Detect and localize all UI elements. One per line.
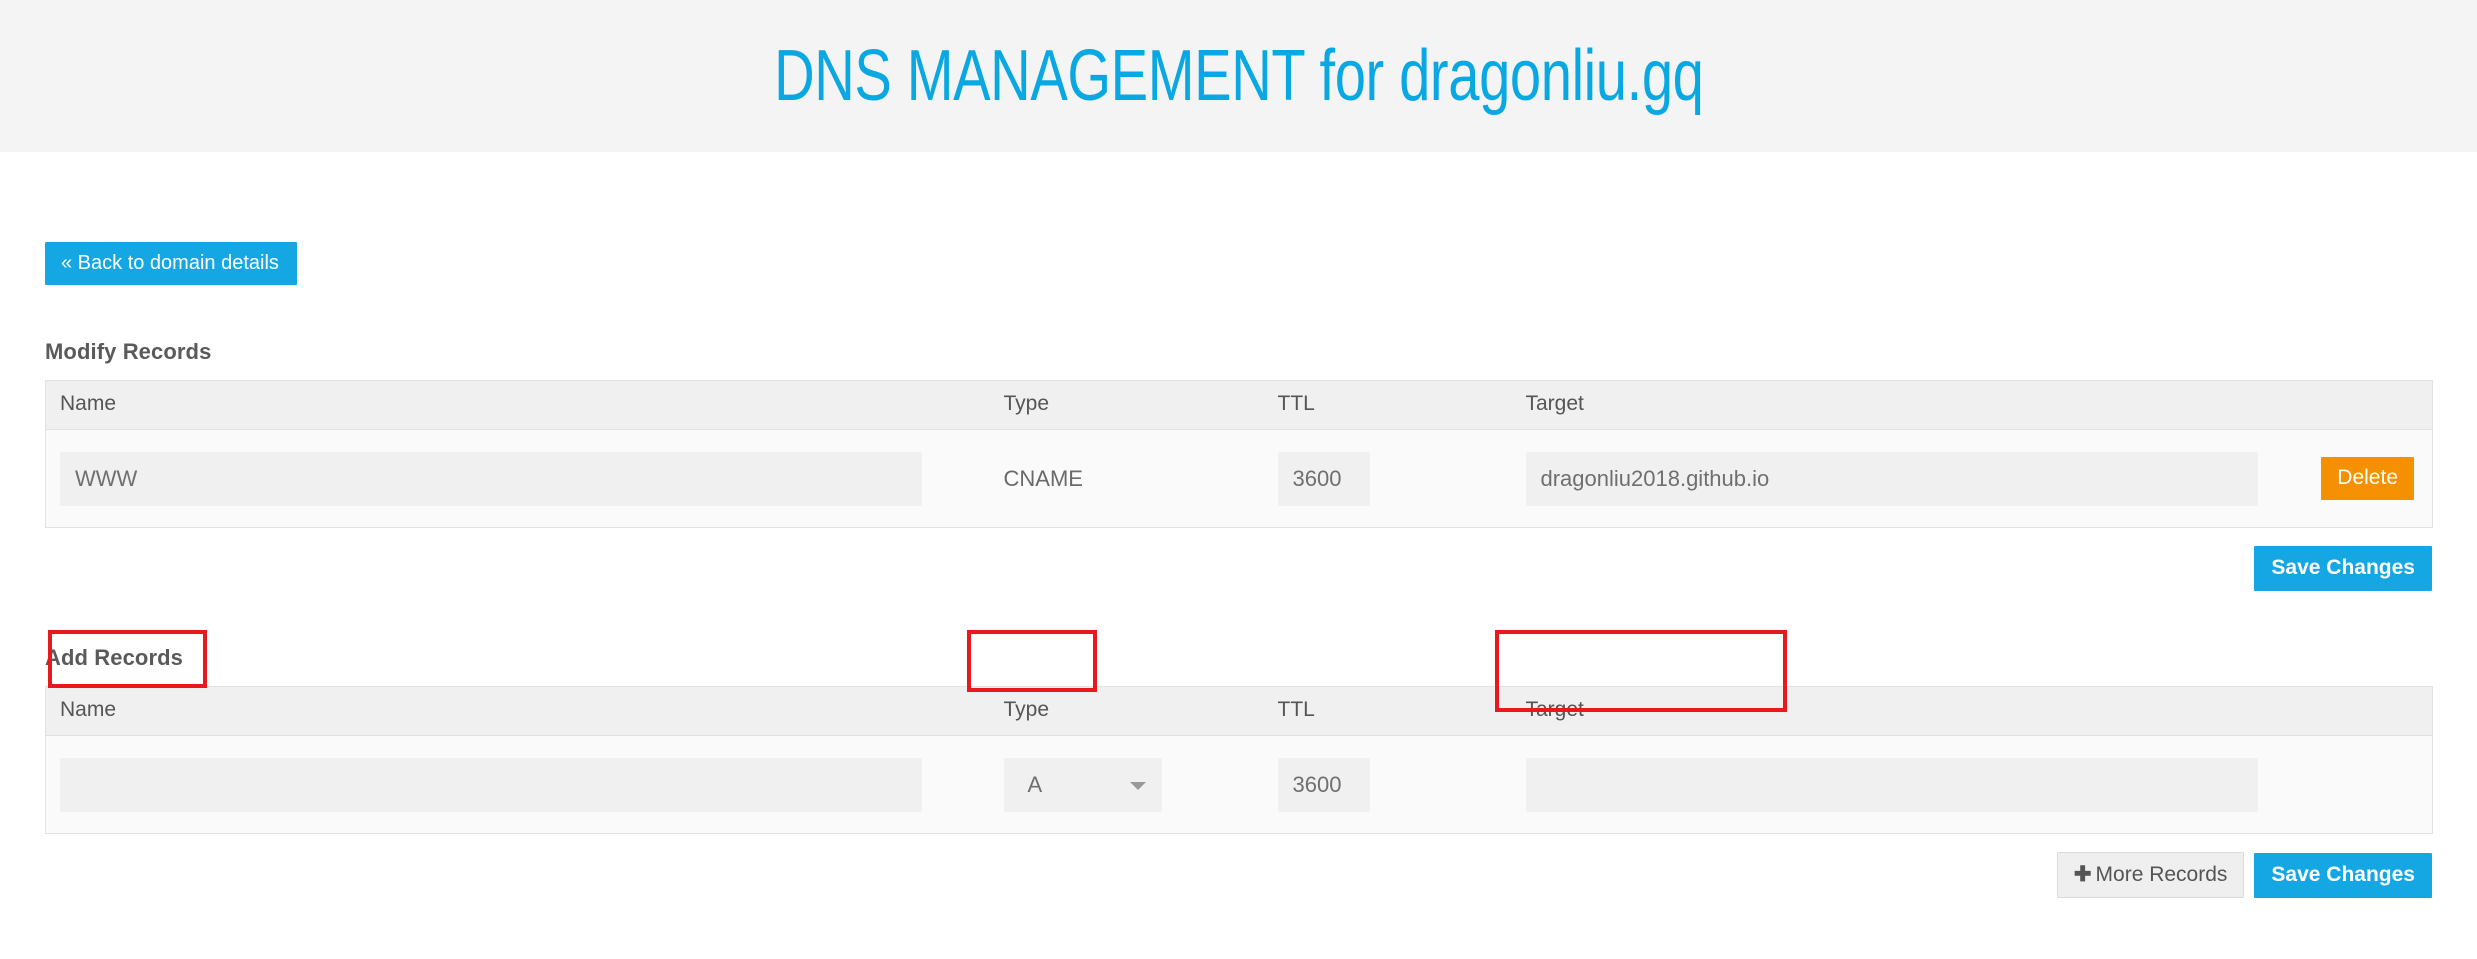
table-header-row: Name Type TTL Target	[45, 686, 2433, 736]
modify-records-heading: Modify Records	[45, 339, 212, 364]
new-record-name-input[interactable]	[60, 757, 922, 812]
column-header-ttl: TTL	[1263, 686, 1512, 736]
modify-records-table: Name Type TTL Target WWW CNAME 3600 drag…	[45, 380, 2433, 528]
add-records-table-body: A 3600	[45, 735, 2433, 834]
new-record-ttl-input[interactable]: 3600	[1277, 757, 1370, 812]
add-records-actions: ✚ More Records Save Changes	[45, 852, 2432, 898]
add-records-table: Name Type TTL Target A 3600	[45, 686, 2433, 834]
page-header: DNS MANAGEMENT for dragonliu.gq	[0, 0, 2477, 152]
column-header-name: Name	[45, 380, 990, 430]
save-changes-add-button[interactable]: Save Changes	[2254, 852, 2432, 898]
table-row: A 3600	[45, 735, 2433, 834]
column-header-action	[2271, 380, 2433, 430]
back-to-domain-details-button[interactable]: « Back to domain details	[45, 242, 297, 285]
column-header-name: Name	[45, 686, 990, 736]
more-records-label: More Records	[2095, 863, 2228, 886]
column-header-ttl: TTL	[1263, 380, 1512, 430]
table-row: WWW CNAME 3600 dragonliu2018.github.io D…	[45, 429, 2433, 528]
new-record-type-select[interactable]: A	[1003, 757, 1162, 812]
page-title: DNS MANAGEMENT for dragonliu.gq	[773, 36, 1704, 116]
record-target-input[interactable]: dragonliu2018.github.io	[1525, 451, 2258, 506]
more-records-button[interactable]: ✚ More Records	[2056, 852, 2245, 898]
column-header-target: Target	[1511, 380, 2272, 430]
cell-action: Delete	[2271, 429, 2433, 528]
column-header-type: Type	[989, 686, 1264, 736]
cell-name	[45, 735, 990, 834]
plus-icon: ✚	[2073, 863, 2092, 886]
record-ttl-input[interactable]: 3600	[1277, 451, 1370, 506]
cell-type: A	[989, 735, 1264, 834]
chevron-down-icon	[1129, 781, 1146, 790]
table-header-row: Name Type TTL Target	[45, 380, 2433, 430]
column-header-target: Target	[1511, 686, 2272, 736]
new-record-target-input[interactable]	[1525, 757, 2258, 812]
column-header-action	[2271, 686, 2433, 736]
record-name-input[interactable]: WWW	[60, 451, 922, 506]
cell-target	[1511, 735, 2272, 834]
add-records-heading: Add Records	[45, 645, 184, 670]
cell-ttl: 3600	[1263, 735, 1512, 834]
modify-records-actions: Save Changes	[45, 546, 2432, 591]
add-records-table-head: Name Type TTL Target	[45, 686, 2433, 736]
column-header-type: Type	[989, 380, 1264, 430]
modify-records-table-body: WWW CNAME 3600 dragonliu2018.github.io D…	[45, 429, 2433, 528]
new-record-type-value: A	[1027, 771, 1043, 797]
main-content: « Back to domain details Modify Records …	[0, 152, 2477, 898]
modify-records-table-head: Name Type TTL Target	[45, 380, 2433, 430]
save-changes-modify-button[interactable]: Save Changes	[2254, 546, 2432, 591]
cell-name: WWW	[45, 429, 990, 528]
record-type-value: CNAME	[989, 429, 1264, 528]
cell-target: dragonliu2018.github.io	[1511, 429, 2272, 528]
cell-ttl: 3600	[1263, 429, 1512, 528]
cell-action	[2271, 735, 2433, 834]
delete-record-button[interactable]: Delete	[2321, 457, 2414, 500]
